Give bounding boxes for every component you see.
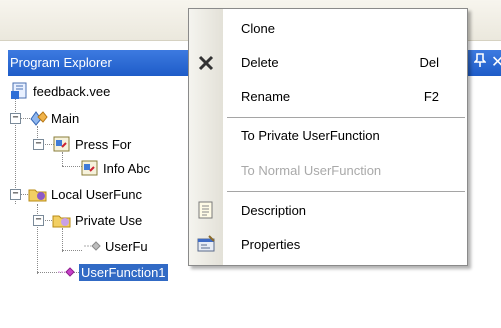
tree-item-label: Private Use [75,212,143,228]
delete-x-icon [196,53,216,76]
menu-item-label: Clone [241,21,275,36]
userfunction-icon [56,263,76,281]
tree-item-local-userfunctions[interactable]: Local UserFunc [28,183,142,205]
program-file-icon [10,82,30,100]
tree-item-label: Main [51,110,80,126]
menu-item-description[interactable]: Description [189,197,467,225]
menu-separator [227,191,465,192]
folder-icon [28,185,48,203]
tree-item-label: Press For [75,136,132,152]
main-icon [28,109,48,127]
menu-item-label: Rename [241,89,291,104]
menu-item-delete[interactable]: Delete Del [189,49,467,77]
panel-object-icon [80,159,100,177]
menu-item-shortcut: Del [419,55,439,70]
menu-item-label: To Private UserFunction [241,128,380,143]
panel-object-icon [52,135,72,153]
menu-item-label: Description [241,203,307,218]
context-menu: Clone Delete Del Rename F2 To Private Us… [188,8,468,266]
tree-item-userfunction1[interactable]: UserFunction1 [56,261,168,283]
expander-press-for[interactable]: − [33,139,44,150]
menu-separator [227,117,465,118]
menu-item-to-private-userfunction[interactable]: To Private UserFunction [189,122,467,150]
tree-item-press-for[interactable]: Press For [52,133,131,155]
menu-item-to-normal-userfunction: To Normal UserFunction [189,157,467,185]
folder-icon [52,211,72,229]
tree-item-label: UserFu [105,238,148,254]
tree-item-userfunction-private[interactable]: UserFu [82,235,148,257]
expander-private-userfunctions[interactable]: − [33,215,44,226]
tree-item-feedback-vee[interactable]: feedback.vee [10,80,110,102]
tree-item-label: Local UserFunc [51,186,143,202]
expander-local-userfunctions[interactable]: − [10,189,21,200]
userfunction-gray-icon [82,237,102,255]
menu-item-label: Delete [241,55,279,70]
menu-item-clone[interactable]: Clone [189,15,467,43]
menu-item-label: To Normal UserFunction [241,163,382,178]
tree-item-label: feedback.vee [33,83,111,99]
tree-item-label-selected: UserFunction1 [79,263,168,281]
pin-icon[interactable] [473,53,487,70]
tree-item-main[interactable]: Main [28,107,79,129]
menu-item-rename[interactable]: Rename F2 [189,83,467,111]
tree-item-label: Info Abc [103,160,150,176]
expander-main[interactable]: − [10,113,21,124]
tree-item-private-userfunctions[interactable]: Private Use [52,209,142,231]
close-icon[interactable]: ✕ [491,52,501,72]
tree-item-info[interactable]: Info Abc [80,157,150,179]
panel-title: Program Explorer [10,55,112,70]
menu-item-shortcut: F2 [423,89,439,104]
description-icon [196,200,216,223]
properties-icon [196,234,216,257]
menu-item-label: Properties [241,237,301,252]
menu-item-properties[interactable]: Properties [189,231,467,259]
